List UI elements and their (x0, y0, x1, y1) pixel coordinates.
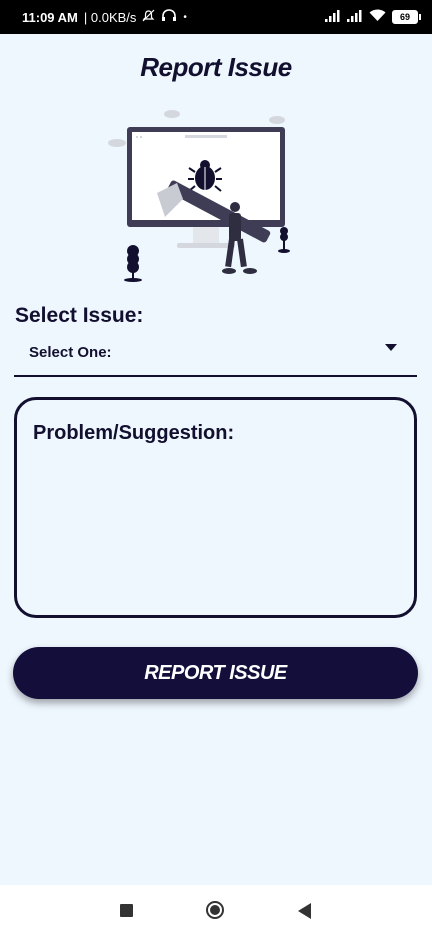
select-issue-label: Select Issue: (15, 304, 144, 327)
page-title: Report Issue (140, 52, 292, 82)
network-speed: | 0.0KB/s (83, 9, 137, 25)
recents-icon[interactable] (120, 904, 133, 917)
problem-suggestion-input[interactable]: Problem/Suggestion: (14, 397, 417, 618)
home-icon[interactable] (206, 901, 224, 919)
problem-suggestion-placeholder: Problem/Suggestion: (33, 422, 235, 444)
issue-dropdown-value: Select One: (29, 344, 112, 361)
issue-dropdown[interactable]: Select One: (14, 336, 417, 377)
status-time: 11:09 AM (22, 9, 78, 25)
wifi-icon (369, 9, 386, 25)
back-icon[interactable] (298, 903, 311, 919)
battery-icon: 69 (392, 10, 421, 24)
bug-illustration (105, 105, 300, 285)
navigation-bar (0, 885, 432, 936)
headphones-icon (161, 9, 177, 25)
status-bar: 11:09 AM | 0.0KB/s • 69 (0, 0, 432, 34)
mute-icon (142, 9, 155, 25)
report-issue-button[interactable]: REPORT ISSUE (13, 647, 418, 699)
signal-icon (325, 9, 341, 25)
signal-icon-2 (347, 9, 363, 25)
dot-icon: • (183, 11, 187, 23)
dropdown-arrow-icon (385, 344, 397, 351)
